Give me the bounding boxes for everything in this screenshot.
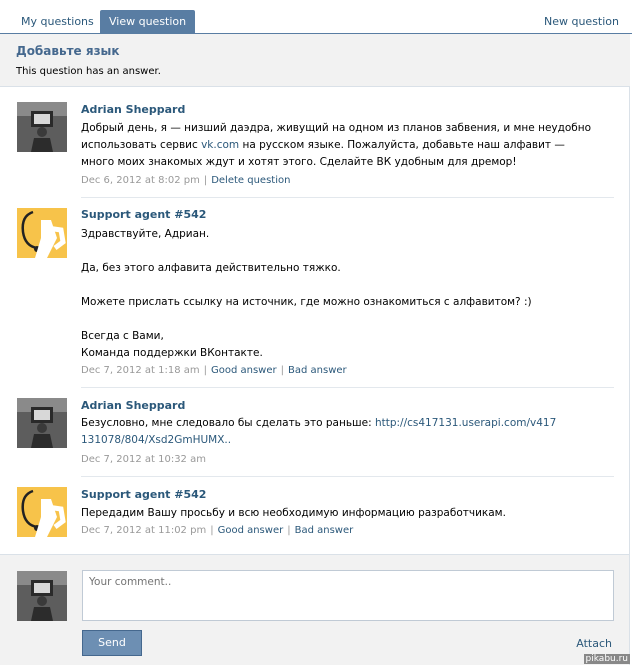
message-date: Dec 6, 2012 at 8:02 pm	[81, 175, 200, 186]
avatar[interactable]	[17, 487, 67, 537]
meta-separator: |	[203, 175, 208, 186]
avatar	[17, 571, 67, 621]
question-title: Добавьте язык	[16, 44, 120, 58]
agent-avatar-icon	[17, 487, 67, 537]
message-author[interactable]: Adrian Sheppard	[81, 103, 185, 116]
divider	[81, 197, 614, 198]
divider	[81, 387, 614, 388]
message-line: Можете прислать ссылку на источник, где …	[81, 296, 532, 308]
message-line: Здравствуйте, Адриан.	[81, 228, 210, 240]
message-meta: Dec 7, 2012 at 1:18 am | Good answer | Bad a…	[81, 365, 347, 376]
question-status: This question has an answer.	[16, 66, 161, 77]
message-body: Здравствуйте, Адриан. Да, без этого алфа…	[81, 226, 601, 362]
bad-answer-link[interactable]: Bad answer	[288, 365, 347, 376]
tab-my-questions[interactable]: My questions	[12, 10, 103, 34]
attach-link[interactable]: Attach	[576, 637, 612, 650]
watermark: pikabu.ru	[583, 654, 630, 664]
divider	[81, 476, 614, 477]
comment-input[interactable]	[82, 570, 614, 621]
message-body: Добрый день, я — низший даэдра, живущий …	[81, 120, 601, 171]
message-line: Команда поддержки ВКонтакте.	[81, 347, 263, 359]
meta-separator: |	[280, 365, 284, 376]
agent-avatar-icon	[17, 208, 67, 258]
avatar[interactable]	[17, 398, 67, 448]
avatar[interactable]	[17, 102, 67, 152]
message-author[interactable]: Support agent #542	[81, 488, 206, 501]
message-date: Dec 7, 2012 at 10:32 am	[81, 454, 206, 465]
message-link[interactable]: vk.com	[201, 139, 239, 151]
send-button[interactable]: Send	[82, 630, 142, 656]
good-answer-link[interactable]: Good answer	[211, 365, 277, 376]
delete-question-link[interactable]: Delete question	[211, 175, 290, 186]
comment-composer: Send Attach	[0, 554, 630, 665]
message-body: Безусловно, мне следовало бы сделать это…	[81, 415, 561, 449]
user-avatar-icon	[17, 398, 67, 448]
message-author[interactable]: Adrian Sheppard	[81, 399, 185, 412]
meta-separator: |	[287, 525, 291, 536]
avatar[interactable]	[17, 208, 67, 258]
message-thread: Adrian Sheppard Добрый день, я — низший …	[0, 87, 630, 554]
meta-separator: |	[210, 525, 214, 536]
message-meta: Dec 7, 2012 at 11:02 pm | Good answer | Bad …	[81, 525, 353, 536]
good-answer-link[interactable]: Good answer	[218, 525, 284, 536]
user-avatar-icon	[17, 571, 67, 621]
message-meta: Dec 7, 2012 at 10:32 am	[81, 454, 206, 465]
message-body: Передадим Вашу просьбу и всю необходимую…	[81, 507, 506, 519]
tab-new-question[interactable]: New question	[535, 10, 628, 34]
message-author[interactable]: Support agent #542	[81, 208, 206, 221]
tab-bar: My questions View question New question	[0, 0, 632, 34]
user-avatar-icon	[17, 102, 67, 152]
question-header: Добавьте язык This question has an answe…	[0, 34, 630, 87]
message-line: Всегда с Вами,	[81, 330, 164, 342]
message-line: Да, без этого алфавита действительно тяж…	[81, 262, 341, 274]
message-text: Безусловно, мне следовало бы сделать это…	[81, 417, 375, 429]
tab-view-question[interactable]: View question	[100, 10, 196, 34]
bad-answer-link[interactable]: Bad answer	[295, 525, 354, 536]
meta-separator: |	[203, 365, 207, 376]
message-meta: Dec 6, 2012 at 8:02 pm | Delete question	[81, 175, 290, 186]
message-date: Dec 7, 2012 at 11:02 pm	[81, 525, 207, 536]
message-date: Dec 7, 2012 at 1:18 am	[81, 365, 200, 376]
